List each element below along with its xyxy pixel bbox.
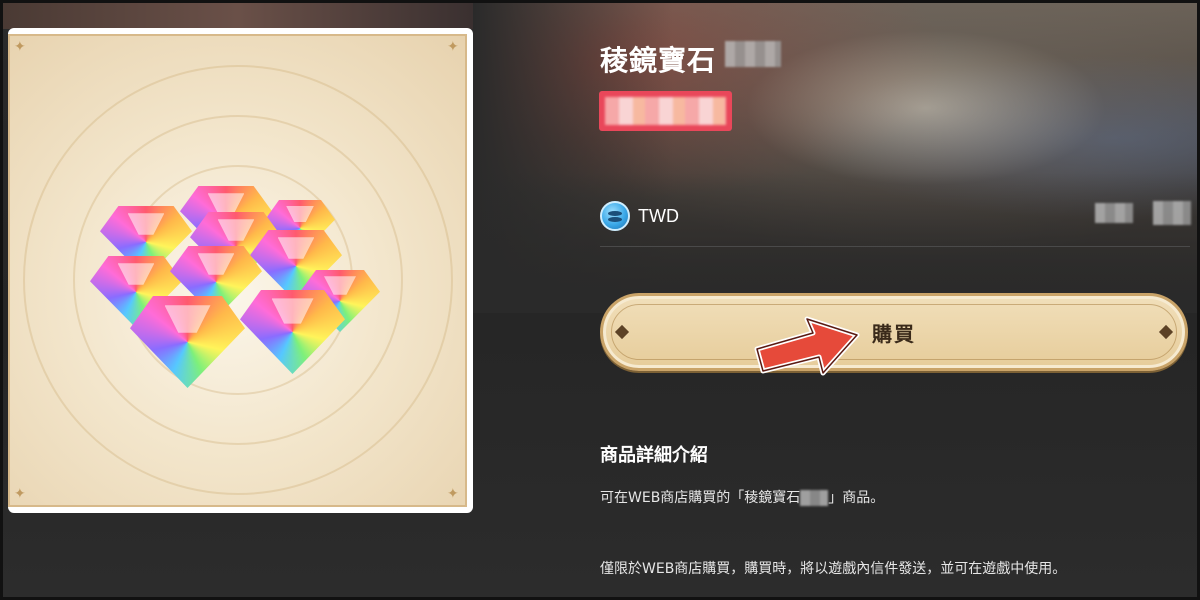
censored-price xyxy=(1153,201,1191,225)
censored-badge-text xyxy=(605,97,726,125)
buy-button[interactable]: 購買 xyxy=(600,293,1188,371)
hero-fade-bottom xyxy=(473,173,1197,313)
product-image: ✦ ✦ ✦ ✦ xyxy=(8,34,467,507)
page-frame: ✦ ✦ ✦ ✦ 稜鏡寶石 TWD 購買 商品詳細介紹 可在WEB商店購買的「稜鏡… xyxy=(0,0,1200,600)
product-title: 稜鏡寶石 xyxy=(600,44,717,77)
currency-label: TWD xyxy=(638,205,679,226)
price-row: TWD xyxy=(600,201,679,231)
diamond-ornament-icon xyxy=(614,324,630,340)
corner-ornament-icon: ✦ xyxy=(447,486,459,502)
divider xyxy=(600,246,1190,247)
censored-product-suffix xyxy=(800,490,829,506)
details-line-1-prefix: 可在WEB商店購買的「稜鏡寶石 xyxy=(600,490,801,506)
prism-gem-pile-icon xyxy=(90,186,390,426)
pointer-arrow-icon xyxy=(754,316,860,376)
censored-price xyxy=(1095,203,1133,223)
buy-button-label: 購買 xyxy=(872,321,916,346)
gem-icon xyxy=(130,296,245,388)
status-badge xyxy=(599,91,732,131)
details-line-2: 僅限於WEB商店購買，購買時，將以遊戲內信件發送，並可在遊戲中使用。 xyxy=(600,561,1067,577)
corner-ornament-icon: ✦ xyxy=(14,39,26,55)
corner-ornament-icon: ✦ xyxy=(447,39,459,55)
banner-art-strip xyxy=(3,3,473,29)
product-image-card: ✦ ✦ ✦ ✦ xyxy=(8,28,473,513)
censored-title-suffix xyxy=(725,41,781,67)
diamond-ornament-icon xyxy=(1158,324,1174,340)
details-line-1-suffix: 」商品。 xyxy=(828,490,885,506)
details-line-1: 可在WEB商店購買的「稜鏡寶石 」商品。 xyxy=(600,487,884,507)
coin-stack-icon xyxy=(600,201,630,231)
details-heading: 商品詳細介紹 xyxy=(600,445,708,466)
corner-ornament-icon: ✦ xyxy=(14,486,26,502)
gem-icon xyxy=(240,290,345,374)
